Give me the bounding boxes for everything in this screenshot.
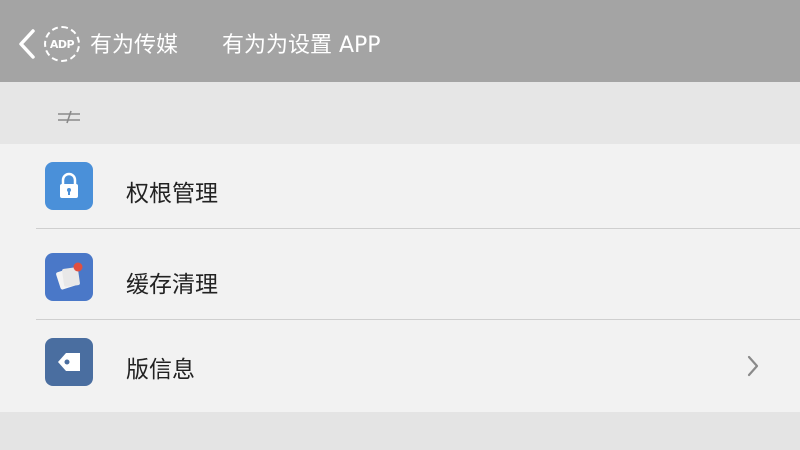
sliders-icon [58,110,80,124]
tag-icon [45,338,93,386]
header-brand: 有为传媒 [90,33,179,58]
back-chevron-icon [19,29,35,59]
app-badge-icon: ADP [44,26,80,62]
list-item-label: 版信息 [126,357,195,383]
cache-clean-icon [45,253,93,301]
top-bar: ADP 有为传媒 有为为设置 APP [0,0,800,82]
list-item-version-info[interactable]: 版信息 [0,320,800,408]
settings-list: 权根管理 缓存清理 版信息 [0,144,800,412]
list-item-cache[interactable]: 缓存清理 [0,235,800,323]
back-button[interactable]: ADP [18,24,80,64]
lock-icon [45,162,93,210]
bottom-spacer [0,412,800,450]
list-item-permissions[interactable]: 权根管理 [0,144,800,232]
section-header [0,82,800,144]
divider [36,228,800,229]
list-item-label: 权根管理 [126,181,218,207]
list-item-label: 缓存清理 [126,272,218,298]
chevron-right-icon [747,355,759,377]
page-title: 有为为设置 APP [222,33,381,58]
